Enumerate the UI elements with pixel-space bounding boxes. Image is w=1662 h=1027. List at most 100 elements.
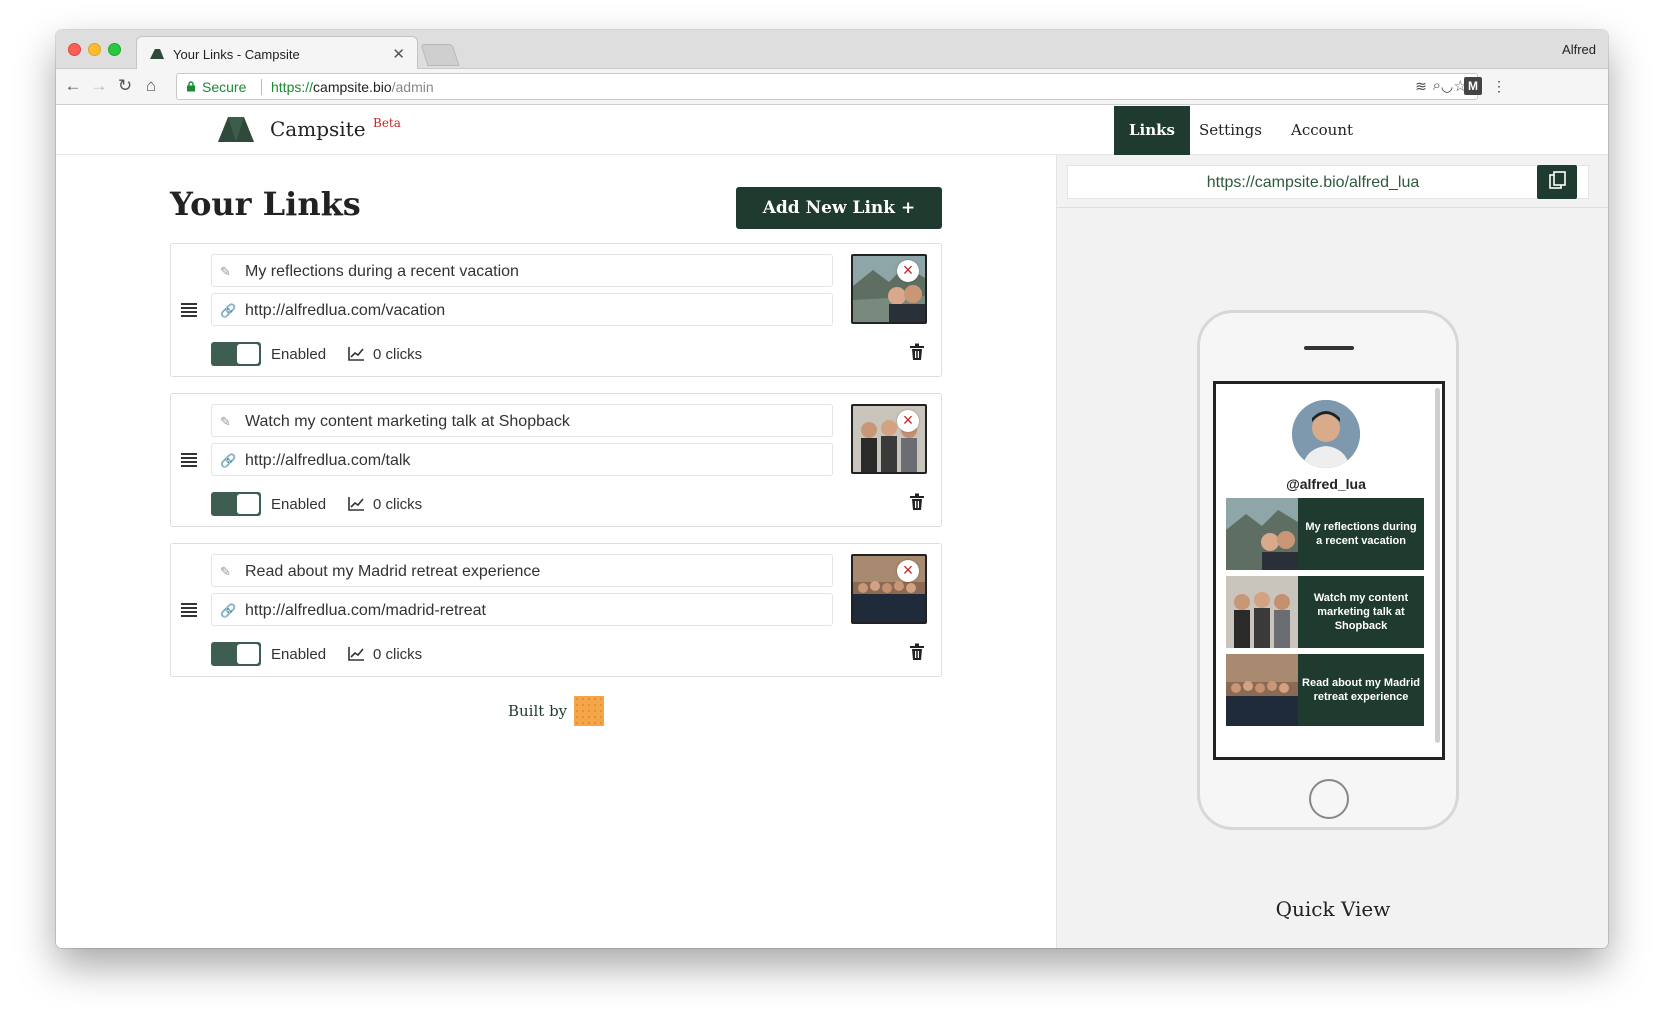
lock-icon [187,81,195,92]
buffer-extension-icon[interactable]: ≋ [1412,77,1430,95]
enabled-label: Enabled [271,496,327,513]
avatar[interactable] [1292,400,1360,468]
link-card: ✎ Watch my content marketing talk at Sho… [170,393,942,527]
link-card: ✎ My reflections during a recent vacatio… [170,243,942,377]
nav-account[interactable]: Account [1276,106,1368,155]
link-title-field[interactable]: ✎ Read about my Madrid retreat experienc… [211,554,833,587]
share-url: https://campsite.bio/alfred_lua [1206,174,1420,191]
link-url-field[interactable]: 🔗 http://alfredlua.com/vacation [211,293,833,326]
built-by-label: Built by [508,702,568,720]
remove-image-icon[interactable]: × [897,260,919,282]
link-card: ✎ Read about my Madrid retreat experienc… [170,543,942,677]
tent-favicon-icon [150,49,164,59]
preview-link-label: Read about my Madrid retreat experience [1302,677,1420,703]
maximize-window-button[interactable] [108,43,121,56]
campsite-logo-icon[interactable] [216,114,256,144]
home-icon[interactable]: ⌂ [140,75,162,97]
phone-screen: @alfred_lua My reflections during a rece… [1213,381,1445,760]
remove-image-icon[interactable]: × [897,410,919,432]
pencil-icon: ✎ [220,564,231,579]
link-title-value: My reflections during a recent vacation [245,263,519,280]
address-bar[interactable]: Secure https://campsite.bio/admin ⌕ ☆ [176,73,1478,100]
link-url-value: http://alfredlua.com/talk [245,452,411,469]
remove-image-icon[interactable]: × [897,560,919,582]
copy-url-button[interactable] [1537,165,1577,199]
link-title-value: Watch my content marketing talk at Shopb… [245,413,570,430]
browser-toolbar: ← → ↻ ⌂ Secure https://campsite.bio/admi… [56,69,1608,105]
tab-close-icon[interactable]: ✕ [392,45,405,63]
phone-preview: @alfred_lua My reflections during a rece… [1197,310,1459,830]
enabled-toggle[interactable] [211,342,261,366]
enabled-label: Enabled [271,346,327,363]
title-bar: Your Links - Campsite ✕ Alfred [56,30,1608,69]
close-window-button[interactable] [68,43,81,56]
phone-home-button [1309,779,1349,819]
phone-speaker [1304,346,1354,350]
link-title-field[interactable]: ✎ Watch my content marketing talk at Sho… [211,404,833,437]
preview-link-button[interactable]: Watch my content marketing talk at Shopb… [1226,576,1424,648]
share-divider [1057,207,1608,208]
line-chart-icon [348,497,364,511]
page: Campsite Beta Links Settings Account You… [56,106,1608,948]
address-divider [261,79,262,95]
link-url-field[interactable]: 🔗 http://alfredlua.com/madrid-retreat [211,593,833,626]
link-chain-icon: 🔗 [220,303,237,318]
link-title-field[interactable]: ✎ My reflections during a recent vacatio… [211,254,833,287]
click-count: 0 clicks [373,496,423,513]
nav-links[interactable]: Links [1114,106,1190,155]
copy-icon [1549,171,1566,189]
link-chain-icon: 🔗 [220,603,237,618]
mixmax-extension-icon[interactable]: M [1464,77,1482,95]
browser-menu-icon[interactable]: ⋮ [1490,77,1508,95]
drag-handle-icon[interactable] [181,303,197,317]
preview-scrollbar[interactable] [1435,388,1440,743]
trash-icon[interactable] [909,493,925,511]
beta-badge: Beta [373,116,401,130]
trash-icon[interactable] [909,343,925,361]
minimize-window-button[interactable] [88,43,101,56]
site-header: Campsite Beta Links Settings Account [56,106,1608,155]
drag-handle-icon[interactable] [181,603,197,617]
drag-handle-icon[interactable] [181,453,197,467]
pencil-icon: ✎ [220,414,231,429]
link-url-field[interactable]: 🔗 http://alfredlua.com/talk [211,443,833,476]
back-arrow-icon[interactable]: ← [62,75,84,97]
quick-view-panel: https://campsite.bio/alfred_lua @alfred_… [1056,155,1608,948]
preview-link-label: Watch my content marketing talk at Shopb… [1313,592,1409,632]
profile-name[interactable]: Alfred [1562,42,1596,57]
nav-settings[interactable]: Settings [1184,106,1277,155]
link-url-value: http://alfredlua.com/vacation [245,302,446,319]
new-tab-button[interactable] [420,44,460,66]
enabled-label: Enabled [271,646,327,663]
browser-tab[interactable]: Your Links - Campsite ✕ [136,36,418,69]
pencil-icon: ✎ [220,264,231,279]
enabled-toggle[interactable] [211,642,261,666]
share-url-box[interactable]: https://campsite.bio/alfred_lua [1067,165,1589,199]
preview-link-button[interactable]: My reflections during a recent vacation [1226,498,1424,570]
enabled-toggle[interactable] [211,492,261,516]
line-chart-icon [348,347,364,361]
builder-badge[interactable] [574,696,604,726]
preview-link-button[interactable]: Read about my Madrid retreat experience [1226,654,1424,726]
add-new-link-button[interactable]: Add New Link + [736,187,942,229]
preview-link-label: My reflections during a recent vacation [1305,521,1417,547]
forward-arrow-icon[interactable]: → [88,75,110,97]
browser-window: Your Links - Campsite ✕ Alfred ← → ↻ ⌂ S… [56,30,1608,948]
link-chain-icon: 🔗 [220,453,237,468]
line-chart-icon [348,647,364,661]
quick-view-label: Quick View [1275,897,1391,921]
tab-title: Your Links - Campsite [173,47,300,62]
address-url: https://campsite.bio/admin [271,79,434,95]
links-editor: Your Links Add New Link + ✎ My reflectio… [56,155,1056,948]
click-count: 0 clicks [373,646,423,663]
link-title-value: Read about my Madrid retreat experience [245,563,541,580]
click-count: 0 clicks [373,346,423,363]
brand-name[interactable]: Campsite [270,117,366,141]
trash-icon[interactable] [909,643,925,661]
page-title: Your Links [170,185,361,223]
link-url-value: http://alfredlua.com/madrid-retreat [245,602,486,619]
profile-handle: @alfred_lua [1286,476,1366,492]
reload-icon[interactable]: ↻ [114,75,136,97]
pocket-extension-icon[interactable]: ◡ [1438,77,1456,95]
secure-label: Secure [202,79,247,95]
